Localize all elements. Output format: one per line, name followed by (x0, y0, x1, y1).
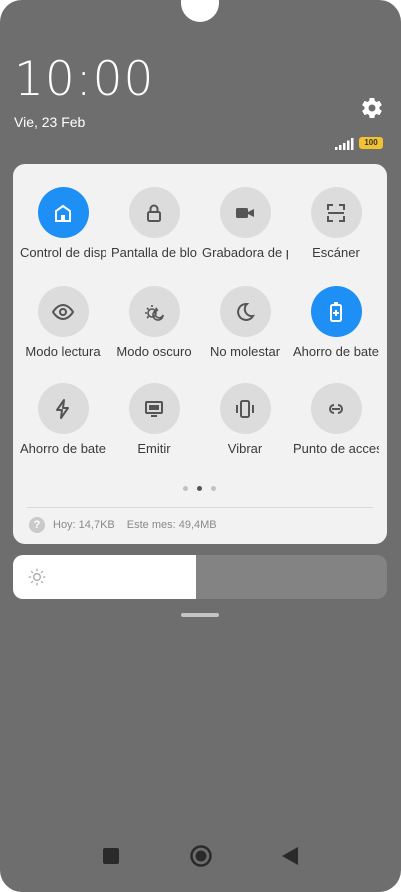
data-usage-row[interactable]: ? Hoy: 14,7KB Este mes: 49,4MB (29, 517, 217, 533)
recents-button[interactable] (103, 848, 119, 869)
tile-power-saver[interactable]: Ahorro de batería (18, 383, 108, 456)
tile-dark-mode[interactable]: Modo oscuro (109, 286, 199, 359)
tile-battery-saver[interactable]: Ahorro de batería (291, 286, 381, 359)
eye-icon (37, 286, 89, 337)
tile-label: Emitir (137, 441, 171, 456)
tile-label: No molestar (209, 344, 281, 359)
drag-handle[interactable] (181, 613, 219, 617)
help-icon: ? (29, 517, 45, 533)
tile-hotspot[interactable]: Punto de acceso (291, 383, 381, 456)
clock-time: 10:00 (14, 52, 155, 107)
tile-device-control[interactable]: Control de dispositivos (18, 187, 108, 260)
brightness-slider[interactable] (13, 555, 387, 599)
moon-icon (219, 286, 271, 337)
battery-saver-icon (310, 286, 362, 337)
video-camera-icon (219, 187, 271, 238)
camera-notch (181, 0, 219, 22)
lock-icon (128, 187, 180, 238)
tile-label: Ahorro de batería (293, 344, 379, 359)
home-button[interactable] (190, 845, 212, 872)
scan-icon (310, 187, 362, 238)
divider (27, 507, 373, 508)
vibrate-icon (219, 383, 271, 434)
tile-screen-recorder[interactable]: Grabadora de pantalla (200, 187, 290, 260)
tile-label: Pantalla de bloqueo (111, 245, 197, 260)
home-icon (37, 187, 89, 238)
page-dot[interactable] (183, 486, 188, 491)
tile-scanner[interactable]: Escáner (291, 187, 381, 260)
tile-vibrate[interactable]: Vibrar (200, 383, 290, 456)
phone-screen: 10:00 Vie, 23 Feb 100 Control de disposi… (0, 0, 401, 892)
tile-cast[interactable]: Emitir (109, 383, 199, 456)
back-button[interactable] (282, 847, 298, 870)
tile-do-not-disturb[interactable]: No molestar (200, 286, 290, 359)
tile-lock-screen[interactable]: Pantalla de bloqueo (109, 187, 199, 260)
data-usage-today: Hoy: 14,7KB (53, 519, 115, 531)
tile-reading-mode[interactable]: Modo lectura (18, 286, 108, 359)
signal-icon (335, 137, 355, 150)
tile-label: Control de dispositivos (20, 245, 106, 260)
tile-label: Modo oscuro (116, 344, 192, 359)
sun-icon (27, 567, 47, 587)
gear-icon[interactable] (360, 96, 384, 120)
data-usage-month: Este mes: 49,4MB (126, 519, 217, 531)
tile-label: Ahorro de batería (20, 441, 106, 456)
lightning-icon (37, 383, 89, 434)
page-dot-current[interactable] (197, 486, 202, 491)
tile-label: Punto de acceso (293, 441, 379, 456)
dark-mode-icon (128, 286, 180, 337)
hotspot-icon (310, 383, 362, 434)
page-dot[interactable] (211, 486, 216, 491)
cast-icon (128, 383, 180, 434)
tile-label: Grabadora de pantalla (202, 245, 288, 260)
clock-date: Vie, 23 Feb (14, 114, 86, 130)
battery-icon: 100 (359, 137, 383, 149)
quick-settings-panel: Control de dispositivos Pantalla de bloq… (13, 164, 387, 544)
tile-label: Modo lectura (25, 344, 101, 359)
tile-label: Vibrar (227, 441, 263, 456)
tile-label: Escáner (312, 245, 360, 260)
page-indicator (183, 486, 216, 491)
